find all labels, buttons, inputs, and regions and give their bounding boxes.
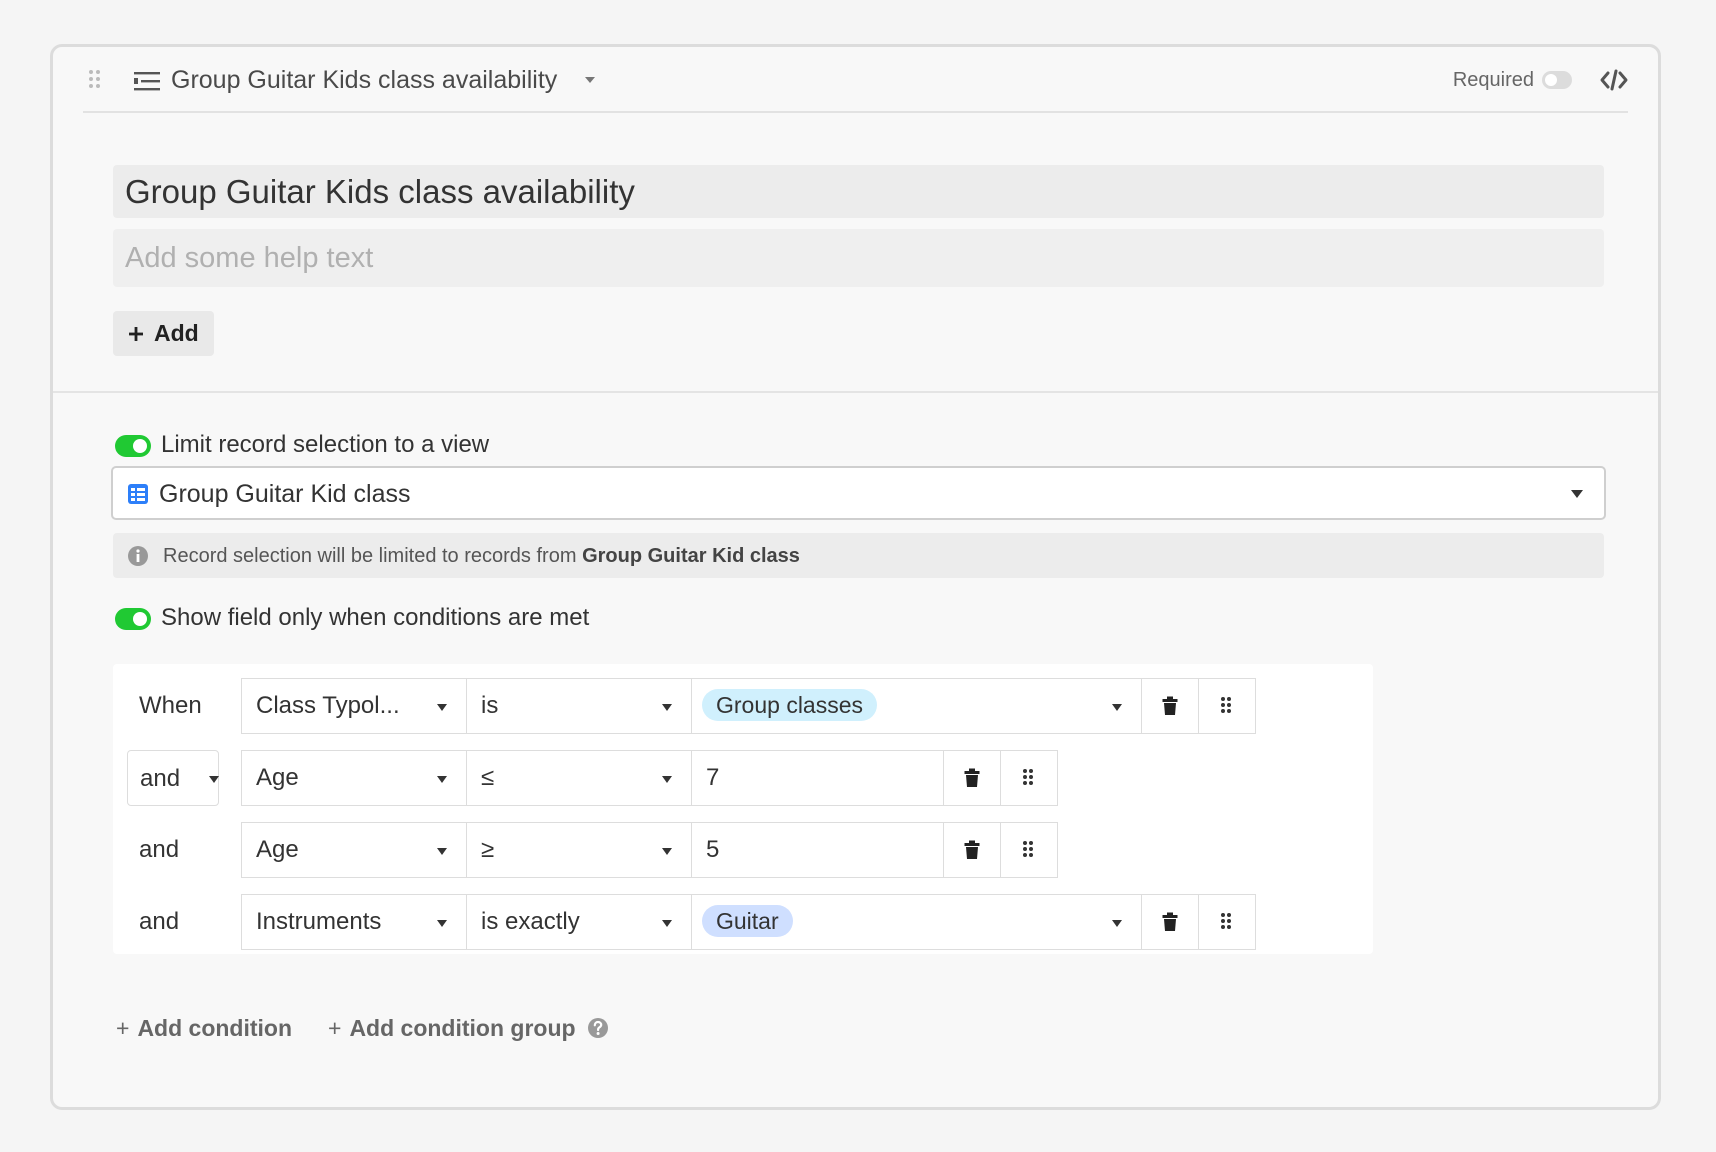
delete-condition-button[interactable]	[943, 750, 1001, 806]
reorder-condition-handle[interactable]	[1198, 678, 1256, 734]
delete-condition-button[interactable]	[943, 822, 1001, 878]
condition-operator-select[interactable]: ≤	[466, 750, 692, 806]
chevron-down-icon	[662, 848, 672, 855]
chevron-down-icon	[1571, 490, 1583, 498]
add-condition-label: Add condition	[137, 1015, 293, 1041]
info-banner: Record selection will be limited to reco…	[113, 533, 1604, 578]
header-title[interactable]: Group Guitar Kids class availability	[171, 65, 557, 95]
chevron-down-icon	[209, 776, 219, 783]
condition-operator-select[interactable]: ≥	[466, 822, 692, 878]
trash-icon	[964, 768, 980, 787]
limit-view-toggle[interactable]	[115, 435, 151, 457]
condition-field-label: Instruments	[256, 908, 382, 935]
add-button-label: Add	[154, 320, 199, 346]
drag-dots-icon	[1023, 841, 1033, 857]
condition-field-label: Age	[256, 764, 299, 791]
help-text-input[interactable]	[113, 229, 1604, 287]
condition-operator-label: is exactly	[481, 908, 580, 935]
view-select[interactable]: Group Guitar Kid class	[111, 466, 1606, 520]
condition-value-pill: Guitar	[702, 905, 793, 938]
conditions-label: Show field only when conditions are met	[161, 604, 590, 631]
trash-icon	[964, 840, 980, 859]
add-condition-group-button[interactable]: + Add condition group	[328, 1013, 576, 1043]
trash-icon	[1162, 696, 1178, 715]
plus-icon: +	[328, 1015, 342, 1041]
condition-value-select[interactable]: Guitar	[691, 894, 1142, 950]
condition-field-select[interactable]: Age	[241, 822, 467, 878]
condition-field-select[interactable]: Age	[241, 750, 467, 806]
info-text: Record selection will be limited to reco…	[163, 544, 800, 568]
chevron-down-icon[interactable]	[583, 75, 597, 85]
condition-conjunction: and	[139, 908, 180, 935]
required-label: Required	[1452, 69, 1534, 91]
delete-condition-button[interactable]	[1141, 678, 1199, 734]
condition-value-text: 5	[706, 836, 720, 863]
chevron-down-icon	[662, 920, 672, 927]
condition-field-label: Age	[256, 836, 299, 863]
reorder-condition-handle[interactable]	[1198, 894, 1256, 950]
drag-handle-icon[interactable]	[87, 69, 103, 89]
info-text-prefix: Record selection will be limited to reco…	[163, 545, 577, 567]
required-toggle[interactable]	[1542, 71, 1572, 89]
condition-conjunction: When	[139, 692, 202, 719]
help-icon[interactable]	[587, 1017, 609, 1039]
condition-conjunction-select[interactable]: and	[127, 750, 219, 806]
field-config-card: Group Guitar Kids class availability Req…	[50, 44, 1661, 1110]
reorder-condition-handle[interactable]	[1000, 822, 1058, 878]
code-icon[interactable]	[1600, 69, 1628, 91]
condition-field-select[interactable]: Instruments	[241, 894, 467, 950]
condition-operator-label: ≥	[481, 836, 495, 863]
grid-view-icon	[128, 484, 148, 504]
info-text-view: Group Guitar Kid class	[582, 545, 800, 567]
chevron-down-icon	[662, 704, 672, 711]
reorder-condition-handle[interactable]	[1000, 750, 1058, 806]
condition-operator-label: is	[481, 692, 499, 719]
plus-icon: +	[116, 1015, 130, 1041]
chevron-down-icon	[662, 776, 672, 783]
condition-value-select[interactable]: Group classes	[691, 678, 1142, 734]
delete-condition-button[interactable]	[1141, 894, 1199, 950]
chevron-down-icon	[1112, 920, 1122, 927]
plus-icon	[129, 326, 143, 341]
selected-view-name: Group Guitar Kid class	[159, 480, 411, 508]
limit-view-label: Limit record selection to a view	[161, 431, 490, 458]
drag-dots-icon	[1221, 913, 1231, 929]
condition-operator-label: ≤	[481, 764, 495, 791]
info-icon	[128, 546, 148, 566]
add-condition-group-label: Add condition group	[349, 1015, 576, 1041]
condition-value-input[interactable]: 5	[691, 822, 944, 878]
condition-operator-select[interactable]: is	[466, 678, 692, 734]
condition-value-input[interactable]: 7	[691, 750, 944, 806]
trash-icon	[1162, 912, 1178, 931]
condition-value-text: 7	[706, 764, 720, 791]
chevron-down-icon	[437, 920, 447, 927]
condition-field-select[interactable]: Class Typol...	[241, 678, 467, 734]
add-condition-button[interactable]: + Add condition	[116, 1013, 292, 1043]
chevron-down-icon	[437, 848, 447, 855]
condition-value-pill: Group classes	[702, 689, 878, 722]
field-type-icon	[134, 72, 160, 91]
conditions-panel: When Class Typol... is Group classes and…	[113, 664, 1373, 954]
drag-dots-icon	[1221, 697, 1231, 713]
section-divider	[53, 391, 1658, 393]
condition-operator-select[interactable]: is exactly	[466, 894, 692, 950]
condition-conjunction: and	[139, 836, 180, 863]
condition-field-label: Class Typol...	[256, 692, 400, 719]
chevron-down-icon	[437, 704, 447, 711]
chevron-down-icon	[437, 776, 447, 783]
add-button[interactable]: Add	[113, 311, 214, 356]
field-header: Group Guitar Kids class availability Req…	[83, 47, 1628, 113]
drag-dots-icon	[1023, 769, 1033, 785]
chevron-down-icon	[1112, 704, 1122, 711]
conditions-toggle[interactable]	[115, 608, 151, 630]
condition-conjunction: and	[140, 765, 181, 792]
field-name-input[interactable]	[113, 165, 1604, 218]
